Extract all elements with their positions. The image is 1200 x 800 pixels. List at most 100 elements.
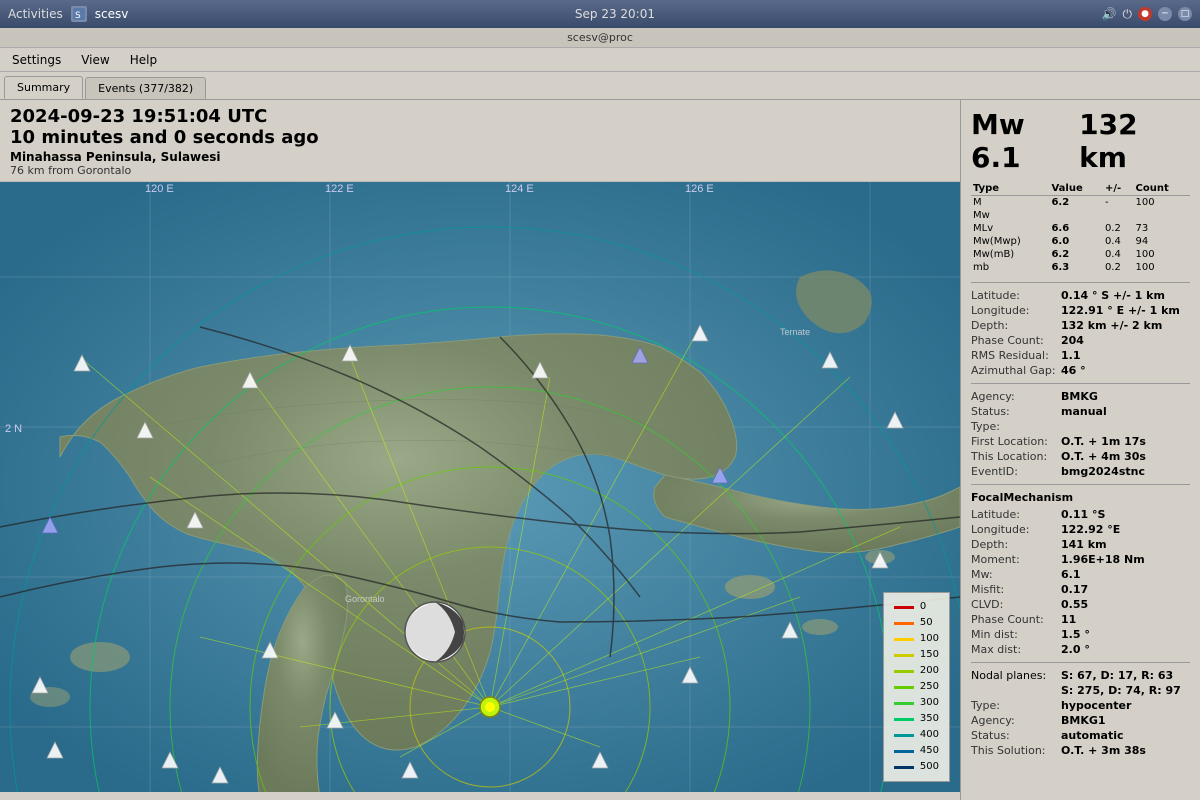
rms-value: 1.1 xyxy=(1061,349,1190,362)
activities-label[interactable]: Activities xyxy=(8,7,63,21)
fm-agency-row: Agency: BMKG1 xyxy=(971,714,1190,727)
fm-type-row: Type: hypocenter xyxy=(971,699,1190,712)
fm-phase-count-row: Phase Count: 11 xyxy=(971,613,1190,626)
divider-4 xyxy=(971,662,1190,663)
azimuthal-value: 46 ° xyxy=(1061,364,1190,377)
fm-status-row: Status: automatic xyxy=(971,729,1190,742)
phase-count-label: Phase Count: xyxy=(971,334,1061,347)
rms-row: RMS Residual: 1.1 xyxy=(971,349,1190,362)
legend-item-300: 300 xyxy=(894,695,939,711)
map-container[interactable]: 120 E 122 E 124 E 126 E 2 N xyxy=(0,182,960,792)
subtitle-bar: scesv@proc xyxy=(0,28,1200,48)
type-label: Type: xyxy=(971,420,1061,433)
table-row: Mw xyxy=(971,209,1190,222)
azimuthal-row: Azimuthal Gap: 46 ° xyxy=(971,364,1190,377)
event-header: 2024-09-23 19:51:04 UTC 10 minutes and 0… xyxy=(0,100,960,182)
status-row: Status: manual xyxy=(971,405,1190,418)
fm-agency-label: Agency: xyxy=(971,714,1061,727)
fm-clvd-value: 0.55 xyxy=(1061,598,1190,611)
table-row: Mw(mB) 6.2 0.4 100 xyxy=(971,248,1190,261)
fm-mw-label: Mw: xyxy=(971,568,1061,581)
col-value: Value xyxy=(1049,182,1102,196)
fm-agency-value: BMKG1 xyxy=(1061,714,1190,727)
depth-label: Depth: xyxy=(971,319,1061,332)
fm-clvd-label: CLVD: xyxy=(971,598,1061,611)
legend-item-400: 400 xyxy=(894,727,939,743)
tab-events[interactable]: Events (377/382) xyxy=(85,77,206,99)
svg-text:122 E: 122 E xyxy=(325,183,354,195)
fm-longitude-value: 122.92 °E xyxy=(1061,523,1190,536)
event-location: Minahassa Peninsula, Sulawesi xyxy=(10,150,950,164)
power-icon[interactable]: ⏻ xyxy=(1123,7,1133,22)
type-row: Type: xyxy=(971,420,1190,433)
svg-text:Gorontalo: Gorontalo xyxy=(345,594,385,604)
map-panel: 2024-09-23 19:51:04 UTC 10 minutes and 0… xyxy=(0,100,960,800)
menu-view[interactable]: View xyxy=(73,51,117,69)
nodal-planes-value2: S: 275, D: 74, R: 97 xyxy=(1061,684,1190,697)
depth-value: 132 km xyxy=(1079,108,1190,174)
rms-label: RMS Residual: xyxy=(971,349,1061,362)
view-label: View xyxy=(81,53,109,67)
status-value: manual xyxy=(1061,405,1190,418)
legend-item-50: 50 xyxy=(894,615,939,631)
fm-max-dist-label: Max dist: xyxy=(971,643,1061,656)
this-location-row: This Location: O.T. + 4m 30s xyxy=(971,450,1190,463)
menubar: Settings View Help xyxy=(0,48,1200,72)
svg-text:S: S xyxy=(75,11,81,20)
fm-this-solution-value: O.T. + 3m 38s xyxy=(1061,744,1190,757)
fm-min-dist-value: 1.5 ° xyxy=(1061,628,1190,641)
fm-misfit-value: 0.17 xyxy=(1061,583,1190,596)
fm-this-solution-row: This Solution: O.T. + 3m 38s xyxy=(971,744,1190,757)
divider-2 xyxy=(971,383,1190,384)
titlebar-left: Activities S scesv xyxy=(8,6,128,22)
datetime-label: Sep 23 20:01 xyxy=(575,7,655,21)
phase-count-value: 204 xyxy=(1061,334,1190,347)
depth-row: Depth: 132 km +/- 2 km xyxy=(971,319,1190,332)
fm-longitude-label: Longitude: xyxy=(971,523,1061,536)
fm-max-dist-row: Max dist: 2.0 ° xyxy=(971,643,1190,656)
fm-moment-row: Moment: 1.96E+18 Nm xyxy=(971,553,1190,566)
fm-latitude-label: Latitude: xyxy=(971,508,1061,521)
fm-clvd-row: CLVD: 0.55 xyxy=(971,598,1190,611)
svg-text:124 E: 124 E xyxy=(505,183,534,195)
app-name-label: scesv xyxy=(95,7,129,21)
this-location-label: This Location: xyxy=(971,450,1061,463)
agency-value: BMKG xyxy=(1061,390,1190,403)
subtitle-label: scesv@proc xyxy=(567,31,633,44)
event-time-ago: 10 minutes and 0 seconds ago xyxy=(10,127,950,148)
svg-text:126 E: 126 E xyxy=(685,183,714,195)
fm-min-dist-row: Min dist: 1.5 ° xyxy=(971,628,1190,641)
agency-row: Agency: BMKG xyxy=(971,390,1190,403)
divider-3 xyxy=(971,484,1190,485)
fm-latitude-row: Latitude: 0.11 °S xyxy=(971,508,1190,521)
divider-1 xyxy=(971,282,1190,283)
fm-depth-row: Depth: 141 km xyxy=(971,538,1190,551)
svg-text:Ternate: Ternate xyxy=(780,327,810,337)
fm-mw-value: 6.1 xyxy=(1061,568,1190,581)
volume-icon[interactable]: 🔊 xyxy=(1102,7,1117,21)
legend-item-250: 250 xyxy=(894,679,939,695)
menu-help[interactable]: Help xyxy=(122,51,165,69)
menu-settings[interactable]: Settings xyxy=(4,51,69,69)
maximize-button[interactable]: □ xyxy=(1178,7,1192,21)
tab-summary[interactable]: Summary xyxy=(4,76,83,99)
minimize-button[interactable]: ─ xyxy=(1158,7,1172,21)
col-plusminus: +/- xyxy=(1103,182,1134,196)
fm-depth-value: 141 km xyxy=(1061,538,1190,551)
legend-item-500: 500 xyxy=(894,759,939,775)
fm-moment-value: 1.96E+18 Nm xyxy=(1061,553,1190,566)
legend-item-350: 350 xyxy=(894,711,939,727)
fm-latitude-value: 0.11 °S xyxy=(1061,508,1190,521)
map-svg: 120 E 122 E 124 E 126 E 2 N xyxy=(0,182,960,792)
type-value xyxy=(1061,420,1190,433)
fm-misfit-row: Misfit: 0.17 xyxy=(971,583,1190,596)
status-label: Status: xyxy=(971,405,1061,418)
close-button[interactable]: ● xyxy=(1138,7,1152,21)
col-type: Type xyxy=(971,182,1049,196)
titlebar-right: 🔊 ⏻ ● ─ □ xyxy=(1102,7,1192,22)
this-location-value: O.T. + 4m 30s xyxy=(1061,450,1190,463)
latitude-label: Latitude: xyxy=(971,289,1061,302)
focal-mechanism-title: FocalMechanism xyxy=(971,491,1190,504)
svg-text:2 N: 2 N xyxy=(5,423,22,435)
titlebar-center: Sep 23 20:01 xyxy=(575,7,655,21)
